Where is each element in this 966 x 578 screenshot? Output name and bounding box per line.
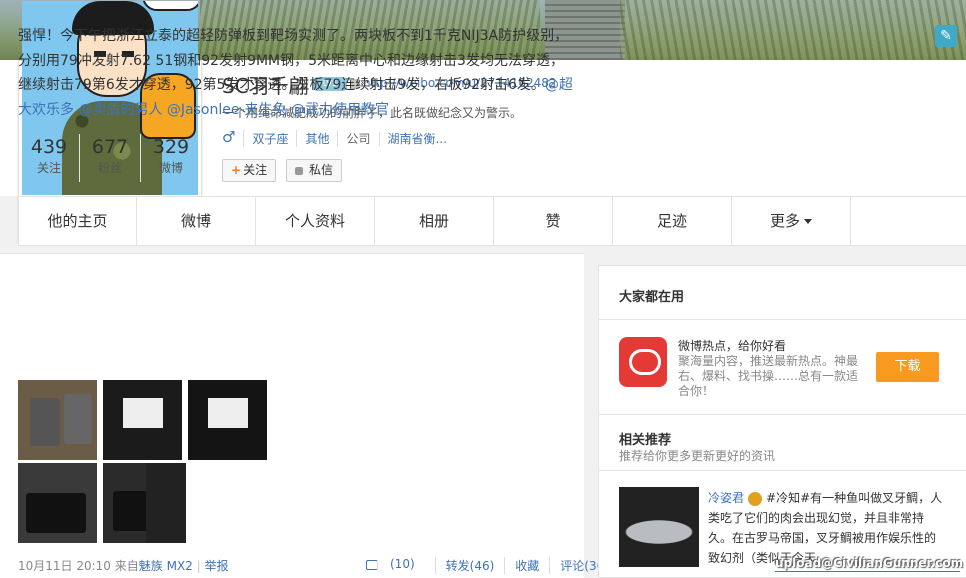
emoji-icon	[748, 491, 763, 506]
thumbs-up-icon	[366, 559, 378, 570]
hot-desc: 聚海量内容，推送最新热点。神最右、爆料、找书操……总有一款适合你！	[678, 354, 859, 398]
tab-footprint[interactable]: 足迹	[613, 197, 732, 245]
zodiac-link[interactable]: 双子座	[244, 130, 298, 147]
tab-profile[interactable]: 个人资料	[256, 197, 375, 245]
post-image-6[interactable]	[146, 463, 186, 543]
post-time-link[interactable]: 10月11日 20:10	[18, 559, 111, 573]
follow-label: 关注	[243, 163, 268, 177]
cover-edit-icon[interactable]: ✎	[935, 25, 957, 47]
stat-fans[interactable]: 677 粉丝	[80, 134, 141, 182]
stat-weibo-count: 329	[152, 136, 190, 158]
sidebar-divider	[599, 414, 966, 415]
profile-meta: ♂ 双子座 其他 公司 湖南省衡...	[222, 130, 463, 147]
tab-weibo[interactable]: 微博	[137, 197, 256, 245]
message-button[interactable]: 私信	[286, 159, 343, 182]
forward-button[interactable]: 转发(46)	[436, 557, 506, 574]
cover-grass-right	[620, 0, 966, 60]
post-actions: (10) 转发(46) 收藏 评论(36)	[366, 557, 619, 574]
post-meta: 10月11日 20:10 来自魅族 MX2 | 举报	[18, 557, 229, 574]
weibo-app-icon[interactable]	[619, 337, 667, 387]
stat-fans-label: 粉丝	[97, 161, 122, 175]
tab-likes[interactable]: 赞	[494, 197, 613, 245]
sidebar: 大家都在用 微博热点，给你好看 聚海量内容，推送最新热点。神最右、爆料、找书操……	[598, 265, 966, 578]
company-link[interactable]: 湖南省衡...	[380, 132, 455, 146]
rec-user-link[interactable]: 冷姿君	[708, 491, 744, 505]
stat-fans-count: 677	[91, 136, 129, 158]
watermark: upload@CivilianGunner.com	[775, 556, 964, 570]
post-image-1[interactable]	[18, 380, 97, 460]
post-body: 强悍！今下午把浙江立泰的超轻防弹板到靶场实测了。两块板不到1千克NIJ3A防护级…	[18, 28, 569, 93]
rec-header: 相关推荐	[619, 433, 672, 448]
profile-stats: 439 关注 677 粉丝 329 微博	[19, 134, 201, 182]
sidebar-divider	[599, 319, 966, 320]
tab-more-label: 更多	[769, 212, 800, 230]
post-image-3[interactable]	[188, 380, 267, 460]
favorite-button[interactable]: 收藏	[505, 557, 551, 574]
like-button[interactable]: (10)	[366, 557, 436, 574]
tab-home[interactable]: 他的主页	[18, 197, 137, 245]
tab-album[interactable]: 相册	[375, 197, 494, 245]
profile-nav: 他的主页 微博 个人资料 相册 赞 足迹 更多	[18, 196, 966, 246]
location-link[interactable]: 其他	[297, 130, 339, 147]
company-info: 公司 湖南省衡...	[338, 130, 462, 147]
sidebar-divider	[599, 470, 966, 471]
message-label: 私信	[309, 163, 334, 177]
stat-following[interactable]: 439 关注	[19, 134, 80, 182]
download-button[interactable]: 下载	[876, 352, 939, 382]
rec-thumbnail[interactable]	[619, 487, 699, 567]
hot-title[interactable]: 微博热点，给你好看	[678, 337, 786, 354]
post-meta-divider: |	[196, 559, 201, 573]
company-label: 公司	[346, 132, 380, 146]
like-count: (10)	[390, 557, 415, 571]
stat-weibo-label: 微博	[158, 161, 183, 175]
rec-subtitle: 推荐给你更多更新更好的资讯	[619, 449, 776, 463]
stat-following-count: 439	[30, 136, 68, 158]
message-icon	[295, 166, 303, 175]
stat-weibo[interactable]: 329 微博	[141, 134, 201, 182]
plus-icon: +	[231, 163, 242, 177]
post-image-4[interactable]	[18, 463, 97, 543]
post-image-2[interactable]	[103, 380, 182, 460]
post-text: 强悍！今下午把浙江立泰的超轻防弹板到靶场实测了。两块板不到1千克NIJ3A防护级…	[18, 24, 573, 122]
post-source-link[interactable]: 魅族 MX2	[139, 559, 193, 573]
tab-more[interactable]: 更多	[732, 197, 851, 245]
watermark-underline	[775, 571, 960, 572]
follow-button[interactable]: + 关注	[222, 159, 277, 182]
hot-header: 大家都在用	[619, 290, 685, 305]
gender-male-icon: ♂	[222, 130, 245, 147]
chevron-down-icon	[804, 219, 812, 224]
stat-following-label: 关注	[36, 161, 61, 175]
post-from-label: 来自	[114, 559, 139, 573]
report-link[interactable]: 举报	[205, 559, 229, 573]
